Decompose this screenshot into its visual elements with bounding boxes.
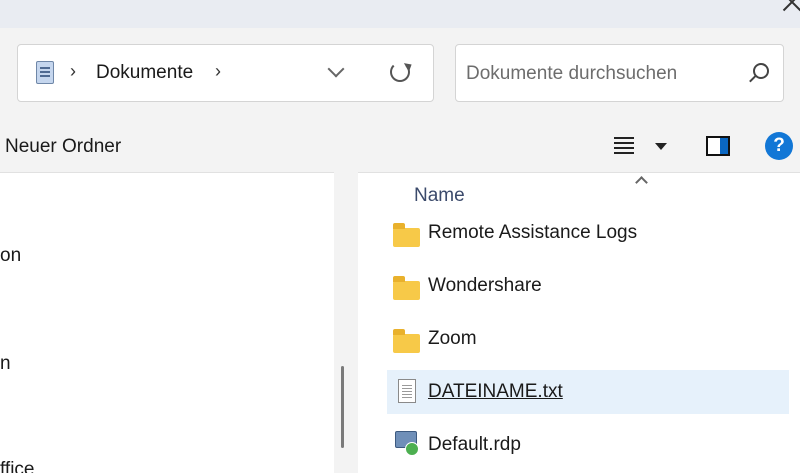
list-item-selected[interactable]: DATEINAME.txt — [387, 370, 789, 414]
search-icon[interactable] — [749, 63, 769, 83]
folder-icon — [393, 329, 420, 353]
column-header-name[interactable]: Name — [414, 185, 465, 207]
chevron-down-icon[interactable] — [327, 60, 345, 78]
list-item[interactable]: Zoom — [387, 317, 789, 361]
documents-icon — [36, 61, 54, 84]
text-file-icon — [398, 379, 416, 403]
list-item[interactable]: Default.rdp — [387, 423, 789, 467]
close-icon[interactable] — [780, 0, 800, 14]
list-item[interactable]: Remote Assistance Logs — [387, 211, 789, 255]
nav-item[interactable]: n — [0, 353, 11, 375]
nav-item[interactable]: ffice — [0, 459, 35, 473]
title-bar — [0, 0, 800, 28]
file-name: DATEINAME.txt — [428, 381, 563, 402]
details-pane-icon[interactable] — [706, 136, 730, 156]
file-name: Default.rdp — [428, 434, 521, 455]
breadcrumb-separator[interactable]: › — [70, 61, 76, 82]
list-item[interactable]: Wondershare — [387, 264, 789, 308]
sort-ascending-icon — [635, 176, 648, 189]
refresh-icon[interactable] — [390, 62, 410, 82]
address-bar[interactable]: › Dokumente › — [17, 44, 434, 102]
list-view-icon[interactable] — [614, 137, 634, 155]
breadcrumb-documents[interactable]: Dokumente — [96, 62, 193, 84]
remote-desktop-file-icon — [395, 431, 419, 456]
file-name: Wondershare — [428, 275, 542, 296]
file-name: Zoom — [428, 328, 477, 349]
new-folder-button[interactable]: Neuer Ordner — [5, 136, 121, 158]
nav-scrollbar[interactable] — [341, 366, 344, 448]
help-icon[interactable]: ? — [765, 132, 793, 160]
toolbar: Neuer Ordner ? — [0, 120, 800, 172]
search-input[interactable]: Dokumente durchsuchen — [455, 44, 784, 102]
folder-icon — [393, 223, 420, 247]
caret-down-icon[interactable] — [655, 143, 667, 150]
folder-icon — [393, 276, 420, 300]
breadcrumb-separator[interactable]: › — [215, 61, 221, 82]
file-name: Remote Assistance Logs — [428, 222, 638, 243]
pane-splitter[interactable] — [334, 172, 358, 473]
nav-item[interactable]: on — [0, 245, 21, 267]
navigation-pane: on n ffice — [0, 172, 334, 473]
file-list: Name Remote Assistance Logs Wondershare … — [358, 172, 800, 473]
search-placeholder: Dokumente durchsuchen — [466, 63, 678, 84]
